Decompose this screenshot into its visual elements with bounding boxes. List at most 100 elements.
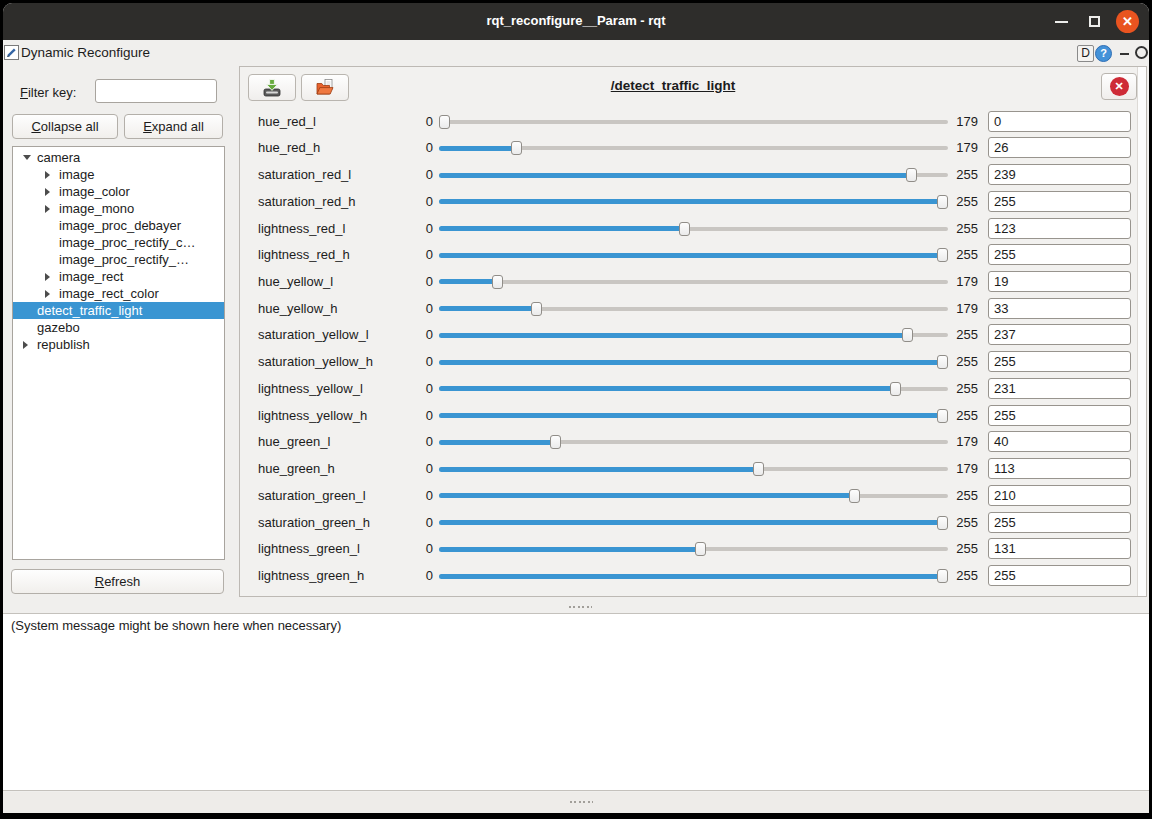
param-max-label: 255 (951, 354, 978, 369)
param-slider[interactable] (439, 296, 948, 322)
maximize-icon[interactable] (1089, 16, 1100, 27)
tree-item-camera[interactable]: camera (13, 149, 224, 166)
slider-handle[interactable] (753, 462, 764, 476)
chevron-collapsed-icon[interactable] (41, 188, 59, 196)
slider-handle[interactable] (890, 382, 901, 396)
param-value-input[interactable]: 255 (988, 351, 1131, 372)
slider-handle[interactable] (439, 115, 450, 129)
param-slider[interactable] (439, 510, 948, 536)
tree-item-image_proc_debayer[interactable]: image_proc_debayer (13, 217, 224, 234)
refresh-button[interactable]: Refresh (11, 569, 224, 594)
param-value-input[interactable]: 123 (988, 218, 1131, 239)
slider-handle[interactable] (937, 248, 948, 262)
chevron-expanded-icon[interactable] (19, 155, 37, 160)
param-slider[interactable] (439, 216, 948, 242)
chevron-collapsed-icon[interactable] (41, 205, 59, 213)
tree-item-gazebo[interactable]: gazebo (13, 319, 224, 336)
close-plugin-icon[interactable] (1135, 46, 1148, 59)
tree-item-label: image (59, 167, 94, 182)
param-min-label: 0 (401, 140, 433, 155)
slider-handle[interactable] (937, 409, 948, 423)
slider-handle[interactable] (937, 355, 948, 369)
window-title: rqt_reconfigure__Param - rqt (3, 3, 1149, 39)
dock-d-button[interactable]: D (1077, 45, 1094, 62)
param-slider[interactable] (439, 322, 948, 348)
slider-handle[interactable] (849, 489, 860, 503)
slider-handle[interactable] (937, 516, 948, 530)
param-value-input[interactable]: 210 (988, 485, 1131, 506)
splitter-handle[interactable] (569, 606, 592, 608)
slider-handle[interactable] (906, 168, 917, 182)
close-icon[interactable]: ✕ (1116, 10, 1139, 33)
param-value-input[interactable]: 131 (988, 538, 1131, 559)
tree-item-image_color[interactable]: image_color (13, 183, 224, 200)
tree-item-image_proc_rectify_[interactable]: image_proc_rectify_… (13, 251, 224, 268)
param-value-input[interactable]: 33 (988, 298, 1131, 319)
param-value-input[interactable]: 26 (988, 137, 1131, 158)
param-slider[interactable] (439, 189, 948, 215)
param-value-input[interactable]: 231 (988, 378, 1131, 399)
slider-handle[interactable] (695, 542, 706, 556)
chevron-collapsed-icon[interactable] (41, 273, 59, 281)
chevron-collapsed-icon[interactable] (41, 171, 59, 179)
chevron-collapsed-icon[interactable] (41, 290, 59, 298)
slider-handle[interactable] (902, 328, 913, 342)
param-slider[interactable] (439, 242, 948, 268)
tree-item-image_mono[interactable]: image_mono (13, 200, 224, 217)
param-value-input[interactable]: 237 (988, 324, 1131, 345)
slider-handle[interactable] (511, 141, 522, 155)
undock-icon[interactable] (1120, 53, 1129, 55)
param-slider[interactable] (439, 563, 948, 589)
slider-handle[interactable] (937, 569, 948, 583)
close-node-button[interactable]: ✕ (1101, 73, 1137, 100)
slider-handle[interactable] (550, 435, 561, 449)
param-value-input[interactable]: 255 (988, 191, 1131, 212)
param-value-input[interactable]: 19 (988, 271, 1131, 292)
tree-item-label: gazebo (37, 320, 80, 335)
plugin-title: Dynamic Reconfigure (21, 45, 150, 60)
param-value-input[interactable]: 40 (988, 431, 1131, 452)
param-slider[interactable] (439, 483, 948, 509)
slider-track[interactable] (439, 280, 948, 284)
param-slider[interactable] (439, 109, 948, 135)
status-splitter-handle[interactable] (570, 801, 593, 803)
param-value-input[interactable]: 255 (988, 565, 1131, 586)
slider-handle[interactable] (492, 275, 503, 289)
param-slider[interactable] (439, 135, 948, 161)
minimize-icon[interactable] (1055, 21, 1068, 23)
param-value-input[interactable]: 255 (988, 244, 1131, 265)
tree-item-image[interactable]: image (13, 166, 224, 183)
param-slider[interactable] (439, 349, 948, 375)
param-slider[interactable] (439, 162, 948, 188)
collapse-all-button[interactable]: Collapse all (12, 114, 118, 139)
filter-key-input[interactable] (95, 79, 217, 103)
slider-handle[interactable] (679, 222, 690, 236)
slider-track[interactable] (439, 120, 948, 124)
window-titlebar[interactable]: rqt_reconfigure__Param - rqt ✕ (3, 3, 1149, 40)
plugin-configure-icon[interactable] (4, 45, 19, 60)
slider-handle[interactable] (937, 195, 948, 209)
tree-item-image_rect[interactable]: image_rect (13, 268, 224, 285)
param-min-label: 0 (401, 114, 433, 129)
param-value-input[interactable]: 255 (988, 405, 1131, 426)
param-value-input[interactable]: 255 (988, 512, 1131, 533)
scrollbar-groove[interactable] (1137, 67, 1146, 596)
param-slider[interactable] (439, 376, 948, 402)
help-icon[interactable]: ? (1095, 45, 1112, 62)
param-value-input[interactable]: 239 (988, 164, 1131, 185)
param-row-saturation_yellow_h: saturation_yellow_h0255255 (241, 349, 1136, 375)
tree-item-detect_traffic_light[interactable]: detect_traffic_light (13, 302, 224, 319)
slider-handle[interactable] (531, 302, 542, 316)
param-slider[interactable] (439, 269, 948, 295)
param-slider[interactable] (439, 456, 948, 482)
param-slider[interactable] (439, 429, 948, 455)
tree-item-republish[interactable]: republish (13, 336, 224, 353)
tree-item-image_proc_rectify_c[interactable]: image_proc_rectify_c… (13, 234, 224, 251)
param-value-input[interactable]: 0 (988, 111, 1131, 132)
expand-all-button[interactable]: Expand all (124, 114, 223, 139)
param-slider[interactable] (439, 536, 948, 562)
chevron-collapsed-icon[interactable] (19, 341, 37, 349)
param-slider[interactable] (439, 403, 948, 429)
tree-item-image_rect_color[interactable]: image_rect_color (13, 285, 224, 302)
param-value-input[interactable]: 113 (988, 458, 1131, 479)
